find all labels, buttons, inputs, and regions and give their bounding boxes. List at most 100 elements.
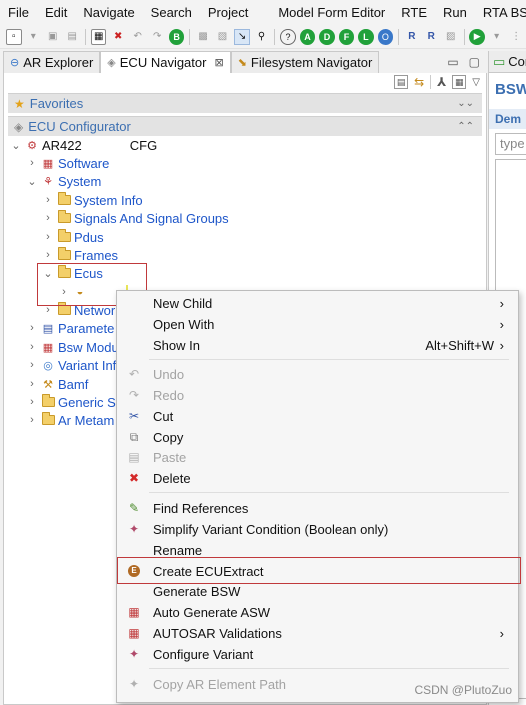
menu-search[interactable]: Search <box>143 5 200 20</box>
build-icon[interactable]: ▦ <box>90 28 107 45</box>
copy-icon: ⧉ <box>129 429 139 444</box>
expand-icon[interactable]: › <box>42 212 54 224</box>
tree-item-variant-info[interactable]: › ◎ Variant Inf <box>26 356 116 374</box>
menu-navigate[interactable]: Navigate <box>75 5 142 20</box>
menu-item-new-child[interactable]: New Child › <box>117 293 518 313</box>
ecu-configurator-section[interactable]: ◈ ECU Configurator ⌃⌃ <box>8 116 482 136</box>
tool1-icon[interactable]: ▩ <box>195 29 210 45</box>
tree-item-frames[interactable]: › Frames <box>42 246 118 264</box>
a-icon[interactable]: A <box>299 28 316 45</box>
tree-item-bamf[interactable]: › ⚒ Bamf <box>26 375 88 393</box>
expand-icon[interactable]: › <box>42 231 54 243</box>
undo-icon: ↶ <box>128 367 140 381</box>
menu-item-show-in[interactable]: Show In Alt+Shift+W › <box>117 335 518 355</box>
collapse-all-icon[interactable]: ▤ <box>394 75 409 89</box>
d-icon[interactable]: D <box>319 28 335 45</box>
tab-label: Filesystem Navigator <box>250 55 373 70</box>
expand-icon[interactable]: › <box>26 396 38 408</box>
expand-icon[interactable]: ⌄ <box>26 175 38 188</box>
menu-file[interactable]: File <box>0 5 37 20</box>
b-icon[interactable]: B <box>168 28 185 45</box>
f-icon[interactable]: F <box>338 28 355 45</box>
menu-item-auto-generate-asw[interactable]: ▦ Auto Generate ASW <box>117 602 518 622</box>
tab-filesystem-navigator[interactable]: ⬊ Filesystem Navigator <box>230 51 380 73</box>
folder-icon <box>41 412 55 427</box>
tree-item-generic-structure[interactable]: › Generic St <box>26 393 119 411</box>
expand-icon[interactable]: › <box>26 341 38 353</box>
select-icon[interactable]: ↘ <box>234 28 250 45</box>
l-icon[interactable]: L <box>358 28 374 45</box>
dropdown-icon[interactable]: ▾ <box>26 29 41 45</box>
filter-icon[interactable]: ⅄ <box>437 75 446 89</box>
menu-run[interactable]: Run <box>435 5 475 20</box>
menu-item-redo[interactable]: ↷ Redo <box>117 385 518 405</box>
clean-icon[interactable]: ✖ <box>110 29 125 45</box>
tab-ecu-navigator[interactable]: ◈ ECU Navigator ⊠ <box>100 51 231 73</box>
menu-rte[interactable]: RTE <box>393 5 435 20</box>
new-icon[interactable]: ▫ <box>6 28 22 45</box>
filter-input[interactable]: type <box>495 133 526 155</box>
expand-icon[interactable]: › <box>42 194 54 206</box>
menu-model-form-editor[interactable]: Model Form Editor <box>270 5 393 20</box>
menu-item-open-with[interactable]: Open With › <box>117 314 518 334</box>
menu-item-configure-variant[interactable]: ✦ Configure Variant <box>117 644 518 664</box>
expand-icon[interactable]: › <box>26 414 38 426</box>
menu-item-find-references[interactable]: ✎ Find References <box>117 498 518 518</box>
tree-item-ar-metamodel[interactable]: › Ar Metam <box>26 411 114 429</box>
config-icon[interactable]: ▨ <box>443 29 458 45</box>
menu-item-simplify-variant[interactable]: ✦ Simplify Variant Condition (Boolean on… <box>117 519 518 539</box>
expand-icon[interactable]: › <box>26 157 38 169</box>
o-icon[interactable]: O <box>377 28 394 45</box>
expand-icon[interactable]: ⌄ <box>10 139 22 152</box>
menu-item-copy[interactable]: ⧉ Copy <box>117 427 518 447</box>
r-icon[interactable]: R <box>424 29 439 45</box>
menu-item-delete[interactable]: ✖ Delete <box>117 468 518 488</box>
layout-icon[interactable]: ▦ <box>452 75 467 89</box>
forward-icon[interactable]: ↷ <box>149 29 164 45</box>
menu-item-cut[interactable]: ✂ Cut <box>117 406 518 426</box>
rte-icon[interactable]: R <box>404 29 419 45</box>
minimize-icon[interactable]: ▭ <box>447 55 458 69</box>
close-icon[interactable]: ⊠ <box>214 56 223 69</box>
save-all-icon[interactable]: ▤ <box>64 29 79 45</box>
tree-item-signals[interactable]: › Signals And Signal Groups <box>42 209 229 227</box>
run-dropdown-icon[interactable]: ▾ <box>489 29 504 45</box>
tree-item-system[interactable]: ⌄ ⚘ System <box>26 172 101 190</box>
tree-item-pdus[interactable]: › Pdus <box>42 228 104 246</box>
tab-ar-explorer[interactable]: ⊖ AR Explorer <box>3 51 101 73</box>
menu-project[interactable]: Project <box>200 5 256 20</box>
chevron-down-icon[interactable]: ⌄⌄ <box>457 98 474 109</box>
section-header[interactable]: Dem <box>489 109 526 129</box>
menu-rta-bsw[interactable]: RTA BSW <box>475 5 526 20</box>
help-icon[interactable]: ? <box>280 28 296 45</box>
variant-icon: ✦ <box>128 647 140 661</box>
view-menu-icon[interactable]: ▽ <box>472 77 480 88</box>
tab-right[interactable]: ▭ Cor <box>489 51 526 73</box>
maximize-icon[interactable]: ▢ <box>469 55 480 69</box>
menu-item-undo[interactable]: ↶ Undo <box>117 364 518 384</box>
star-icon: ★ <box>14 96 25 111</box>
tree-item-software[interactable]: › ▦ Software <box>26 154 109 172</box>
tree-item-ar422[interactable]: ⌄ ⚙ AR422 CFG <box>10 136 157 154</box>
tree-label: Bamf <box>58 376 89 392</box>
tool2-icon[interactable]: ▧ <box>215 29 230 45</box>
back-icon[interactable]: ↶ <box>130 29 145 45</box>
expand-icon[interactable]: › <box>42 249 54 261</box>
menu-item-generate-bsw[interactable]: Generate BSW <box>117 581 518 601</box>
search-icon[interactable]: ⚲ <box>254 29 269 45</box>
tree-item-system-info[interactable]: › System Info <box>42 191 143 209</box>
menu-item-paste[interactable]: ▤ Paste <box>117 447 518 467</box>
expand-icon[interactable]: › <box>26 322 38 334</box>
expand-icon[interactable]: › <box>26 359 38 371</box>
run-icon[interactable]: ▶ <box>469 28 485 45</box>
link-icon[interactable]: ⇆ <box>414 75 424 89</box>
favorites-section[interactable]: ★ Favorites ⌄⌄ <box>8 93 482 113</box>
tree-item-bsw-modules[interactable]: › ▦ Bsw Modu <box>26 338 119 356</box>
chevron-up-icon[interactable]: ⌃⌃ <box>457 121 474 132</box>
save-icon[interactable]: ▣ <box>45 29 60 45</box>
more-icon[interactable]: ⋮ <box>508 29 523 45</box>
expand-icon[interactable]: › <box>26 378 38 390</box>
menu-edit[interactable]: Edit <box>37 5 75 20</box>
tree-item-parameters[interactable]: › ▤ Paramete <box>26 319 114 337</box>
menu-item-autosar-validations[interactable]: ▦ AUTOSAR Validations › <box>117 623 518 643</box>
